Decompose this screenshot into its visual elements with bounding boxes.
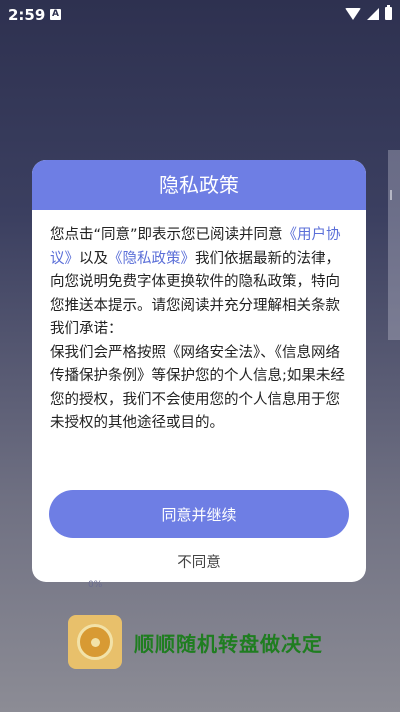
disagree-button[interactable]: 不同意 (32, 547, 366, 575)
body-mid: 以及 (79, 250, 108, 267)
wheel-logo-icon (68, 615, 122, 669)
status-icons (345, 5, 392, 20)
status-time: 2:59 (8, 6, 46, 24)
dialog-body: 您点击“同意”即表示您已阅读并同意《用户协议》以及《隐私政策》我们依据最新的法律… (32, 210, 366, 468)
agree-button[interactable]: 同意并继续 (49, 490, 349, 538)
wifi-icon (345, 7, 361, 20)
scroll-fade (32, 442, 366, 468)
signal-icon (367, 7, 379, 20)
privacy-policy-link[interactable]: 《隐私政策》 (108, 251, 195, 267)
progress-hint: 0% (88, 580, 103, 590)
battery-icon (385, 5, 392, 20)
promo-text: 顺顺随机转盘做决定 (134, 631, 323, 656)
promo-banner[interactable]: 顺顺随机转盘做决定 (68, 615, 323, 669)
dialog-title: 隐私政策 (32, 160, 366, 210)
status-bar: 2:59 A (0, 0, 400, 30)
body-para2: 保我们会严格按照《网络安全法》、《信息网络传播保护条例》等保护您的个人信息;如果… (50, 344, 345, 432)
body-intro: 您点击“同意”即表示您已阅读并同意 (50, 227, 283, 243)
notification-badge-icon: A (50, 9, 61, 20)
side-panel-edge (388, 150, 400, 340)
dialog-text: 您点击“同意”即表示您已阅读并同意《用户协议》以及《隐私政策》我们依据最新的法律… (50, 224, 348, 342)
privacy-dialog: 隐私政策 您点击“同意”即表示您已阅读并同意《用户协议》以及《隐私政策》我们依据… (32, 160, 366, 582)
